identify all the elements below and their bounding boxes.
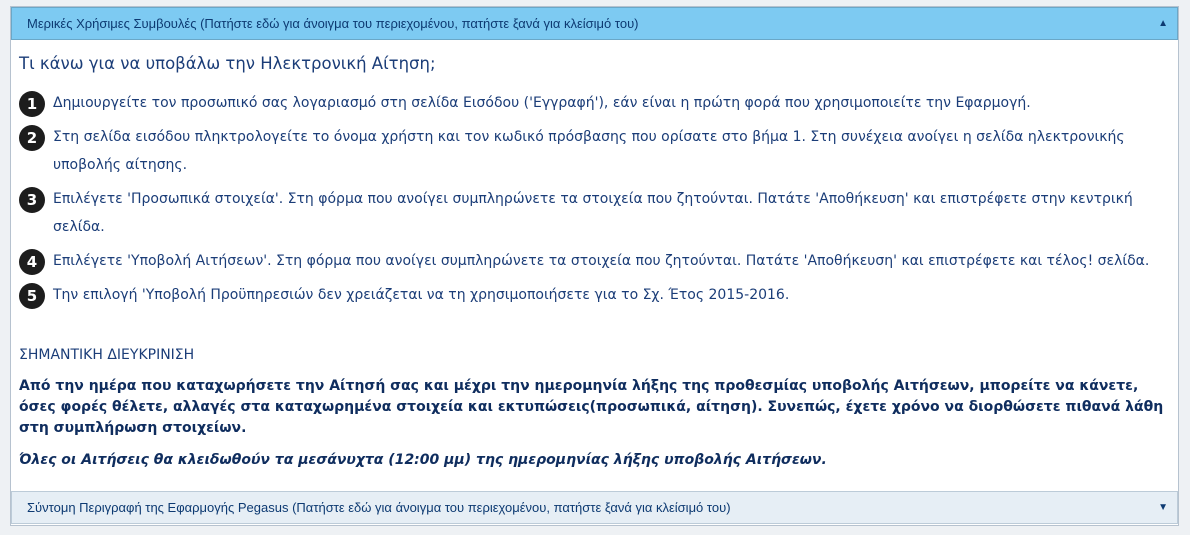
tips-content: Τι κάνω για να υποβάλω την Ηλεκτρονική Α… [19,53,1169,470]
step-item: 3 Επιλέγετε 'Προσωπικά στοιχεία'. Στη φό… [19,185,1169,241]
expand-arrow-icon[interactable]: ▼ [1158,492,1168,523]
step-number-badge: 5 [19,283,45,309]
step-number-badge: 2 [19,125,45,151]
step-item: 1 Δημιουργείτε τον προσωπικό σας λογαρια… [19,89,1169,117]
accordion-header-tips-label: Μερικές Χρήσιμες Συμβουλές (Πατήστε εδώ … [27,16,639,31]
collapse-arrow-icon[interactable]: ▲ [1158,8,1168,39]
content-heading: Τι κάνω για να υποβάλω την Ηλεκτρονική Α… [19,54,436,73]
step-number-badge: 1 [19,91,45,117]
step-text: Στη σελίδα εισόδου πληκτρολογείτε το όνο… [53,129,1125,173]
accordion-header-tips[interactable]: Μερικές Χρήσιμες Συμβουλές (Πατήστε εδώ … [11,7,1178,40]
step-text: Την επιλογή 'Υποβολή Προϋπηρεσιών δεν χρ… [53,287,790,303]
tips-accordion: Μερικές Χρήσιμες Συμβουλές (Πατήστε εδώ … [10,6,1179,526]
step-text: Επιλέγετε 'Υποβολή Αιτήσεων'. Στη φόρμα … [53,253,1150,269]
important-note-text: Από την ημέρα που καταχωρήσετε την Αίτησ… [19,378,1164,436]
step-number-badge: 3 [19,187,45,213]
step-item: 4 Επιλέγετε 'Υποβολή Αιτήσεων'. Στη φόρμ… [19,247,1169,275]
step-text: Επιλέγετε 'Προσωπικά στοιχεία'. Στη φόρμ… [53,191,1133,235]
step-item: 2 Στη σελίδα εισόδου πληκτρολογείτε το ό… [19,123,1169,179]
step-item: 5 Την επιλογή 'Υποβολή Προϋπηρεσιών δεν … [19,281,1169,309]
step-number-badge: 4 [19,249,45,275]
accordion-header-description-label: Σύντομη Περιγραφή της Εφαρμογής Pegasus … [27,500,731,515]
accordion-header-description[interactable]: Σύντομη Περιγραφή της Εφαρμογής Pegasus … [11,491,1178,524]
step-text: Δημιουργείτε τον προσωπικό σας λογαριασμ… [53,95,1031,111]
lock-notice-text: Όλες οι Αιτήσεις θα κλειδωθούν τα μεσάνυ… [19,452,827,468]
important-note-title: ΣΗΜΑΝΤΙΚΗ ΔΙΕΥΚΡΙΝΙΣΗ [19,347,195,363]
